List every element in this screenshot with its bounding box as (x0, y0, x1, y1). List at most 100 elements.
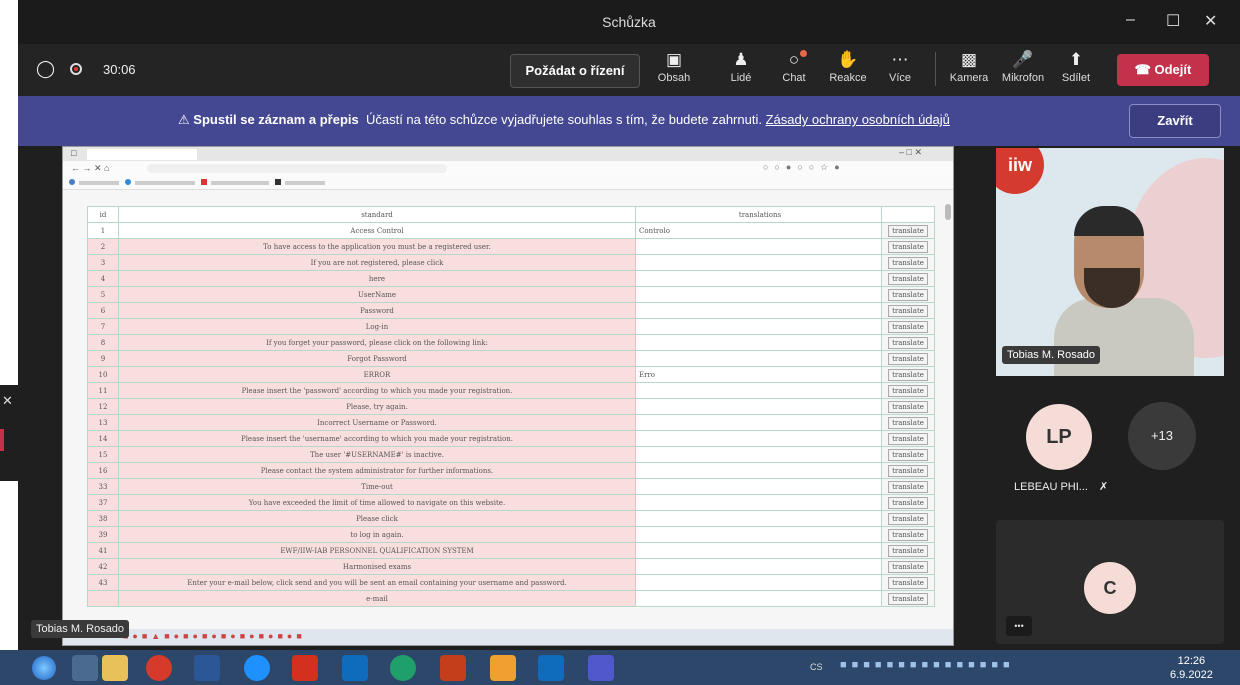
tile-more-button[interactable]: ••• (1006, 616, 1032, 636)
translate-button[interactable]: translate (888, 448, 928, 461)
more-participants-button[interactable]: +13 (1128, 402, 1196, 470)
app-red-icon[interactable] (146, 655, 172, 681)
translation-input[interactable] (635, 334, 882, 351)
translate-button[interactable]: translate (888, 528, 928, 541)
translate-button[interactable]: translate (888, 384, 928, 397)
microphone-button[interactable]: 🎤 Mikrofon (999, 48, 1047, 84)
translate-button[interactable]: translate (888, 432, 928, 445)
clock[interactable]: 12:26 6.9.2022 (1170, 654, 1213, 682)
translation-input[interactable] (635, 574, 882, 591)
translate-cell: translate (881, 318, 935, 335)
translate-button[interactable]: translate (888, 464, 928, 477)
outlook-2-icon[interactable] (538, 655, 564, 681)
translate-button[interactable]: translate (888, 336, 928, 349)
more-button[interactable]: ⋯ Více (876, 48, 924, 84)
translate-button[interactable]: translate (888, 512, 928, 525)
translation-input[interactable] (635, 302, 882, 319)
language-indicator[interactable]: CS (810, 662, 823, 672)
translate-button[interactable]: translate (888, 240, 928, 253)
translations-table: id standard translations 1 Access Control Con… (87, 206, 935, 607)
translation-input[interactable] (635, 446, 882, 463)
translation-input[interactable] (635, 430, 882, 447)
translate-button[interactable]: translate (888, 288, 928, 301)
row-standard-text: Please contact the system administrator … (118, 462, 636, 479)
translate-button[interactable]: translate (888, 400, 928, 413)
translate-button[interactable]: translate (888, 416, 928, 429)
table-row: 12 Please, try again. translate (87, 398, 935, 415)
task-view-icon[interactable] (72, 655, 98, 681)
translation-input[interactable] (635, 270, 882, 287)
translation-input[interactable] (635, 542, 882, 559)
translation-input[interactable]: Erro (635, 366, 882, 383)
translate-button[interactable]: translate (888, 560, 928, 573)
page-scrollbar[interactable] (945, 204, 951, 220)
participant-lp-avatar[interactable]: LP (1026, 404, 1092, 470)
translate-button[interactable]: translate (888, 480, 928, 493)
teams-icon[interactable] (588, 655, 614, 681)
close-banner-button[interactable]: Zavřít (1129, 104, 1221, 138)
browser-nav-icons[interactable]: ← → ✕ ⌂ (71, 163, 109, 174)
request-control-button[interactable]: Požádat o řízení (510, 54, 640, 88)
meeting-timer: 30:06 (103, 62, 136, 77)
share-button[interactable]: ⬆ Sdílet (1052, 48, 1100, 84)
browser-tab[interactable] (87, 149, 197, 160)
web-page: id standard translations 1 Access Control Con… (63, 190, 953, 645)
translation-input[interactable] (635, 478, 882, 495)
translate-button[interactable]: translate (888, 496, 928, 509)
translation-input[interactable] (635, 526, 882, 543)
outlook-icon[interactable] (342, 655, 368, 681)
system-tray-icons[interactable]: ■■■■■■■■■■■■■■■ (840, 659, 1015, 671)
content-button[interactable]: ▣ Obsah (650, 48, 698, 84)
translation-input[interactable]: Controlo (635, 222, 882, 239)
acrobat-icon[interactable] (292, 655, 318, 681)
translate-button[interactable]: translate (888, 592, 928, 605)
app-orange-icon[interactable] (490, 655, 516, 681)
translate-button[interactable]: translate (888, 320, 928, 333)
translation-input[interactable] (635, 350, 882, 367)
translation-input[interactable] (635, 494, 882, 511)
camera-button[interactable]: ▩ Kamera (945, 48, 993, 84)
powerpoint-icon[interactable] (440, 655, 466, 681)
table-row: 10 ERROR Erro translate (87, 366, 935, 383)
translation-input[interactable] (635, 398, 882, 415)
word-icon[interactable] (194, 655, 220, 681)
row-standard-text: Please click (118, 510, 636, 527)
translate-button[interactable]: translate (888, 544, 928, 557)
participant-c-avatar[interactable]: C (1084, 562, 1136, 614)
minimize-icon[interactable]: – (1126, 11, 1135, 29)
translate-button[interactable]: translate (888, 304, 928, 317)
table-row: 33 Time-out translate (87, 478, 935, 495)
translation-input[interactable] (635, 318, 882, 335)
url-field[interactable] (147, 164, 447, 173)
translation-input[interactable] (635, 462, 882, 479)
start-button[interactable] (32, 656, 56, 680)
translation-input[interactable] (635, 286, 882, 303)
maximize-icon[interactable]: ☐ (1166, 11, 1180, 31)
translation-input[interactable] (635, 558, 882, 575)
reactions-button[interactable]: ✋ Reakce (824, 48, 872, 84)
people-button[interactable]: ♟ Lidé (717, 48, 765, 84)
leave-button[interactable]: ☎ Odejít (1117, 54, 1209, 86)
translate-button[interactable]: translate (888, 576, 928, 589)
translate-button[interactable]: translate (888, 352, 928, 365)
edge-icon[interactable] (390, 655, 416, 681)
browser-extension-icons[interactable]: ○○●○○☆● (763, 162, 846, 173)
translation-input[interactable] (635, 382, 882, 399)
translation-input[interactable] (635, 510, 882, 527)
translation-input[interactable] (635, 238, 882, 255)
translation-input[interactable] (635, 254, 882, 271)
internet-explorer-icon[interactable] (244, 655, 270, 681)
chat-button[interactable]: ○ Chat (770, 48, 818, 84)
privacy-link[interactable]: Zásady ochrany osobních údajů (766, 112, 950, 127)
translate-button[interactable]: translate (888, 256, 928, 269)
meeting-toolbar: ◯ 30:06 Požádat o řízení ▣ Obsah ♟ Lidé … (18, 44, 1240, 96)
translate-button[interactable]: translate (888, 272, 928, 285)
translate-button[interactable]: translate (888, 368, 928, 381)
close-icon[interactable]: ✕ (1204, 11, 1217, 31)
close-icon[interactable]: ✕ (2, 393, 13, 409)
translate-button[interactable]: translate (888, 224, 928, 237)
translation-input[interactable] (635, 414, 882, 431)
file-explorer-icon[interactable] (102, 655, 128, 681)
translate-cell: translate (881, 414, 935, 431)
translation-input[interactable] (635, 590, 882, 607)
